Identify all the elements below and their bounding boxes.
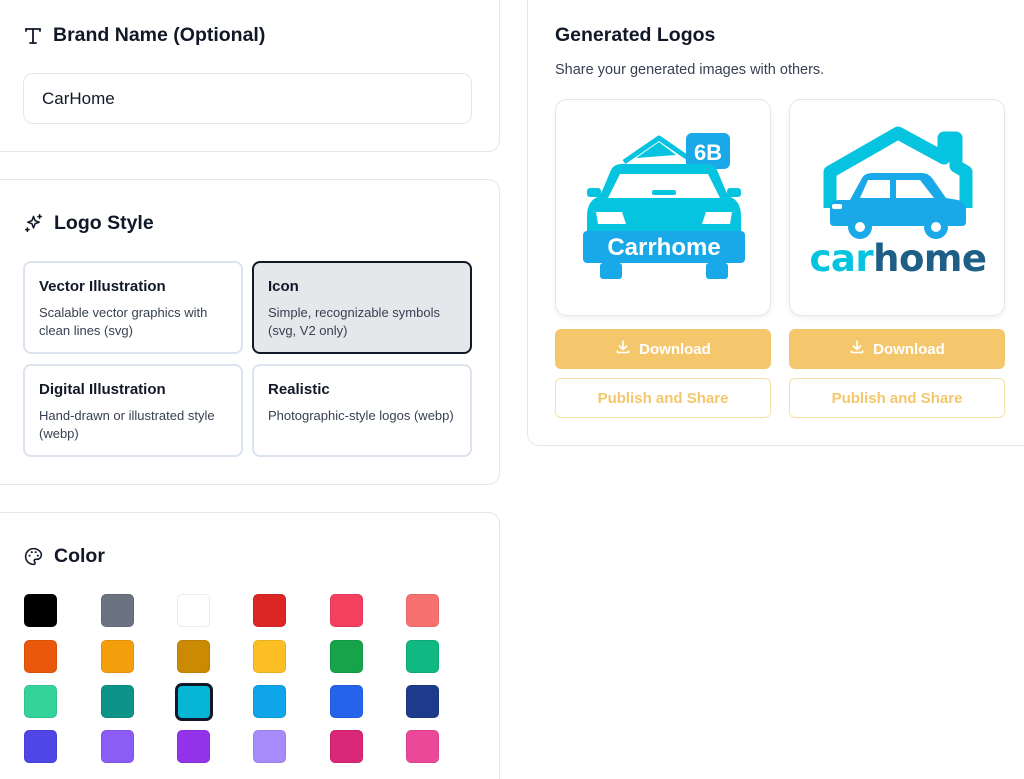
generated-logo-1[interactable]: 6B Carrhome: [555, 99, 771, 316]
color-swatch[interactable]: [177, 730, 210, 763]
color-swatch[interactable]: [330, 685, 363, 718]
style-option-name: Icon: [268, 278, 299, 295]
color-swatch[interactable]: [101, 640, 134, 673]
logo-style-title: Logo Style: [54, 212, 154, 234]
generated-logo-2[interactable]: carhome: [789, 99, 1005, 316]
color-swatch[interactable]: [253, 730, 286, 763]
style-option-desc: Scalable vector graphics with clean line…: [39, 305, 208, 338]
color-swatch[interactable]: [24, 685, 57, 718]
color-swatch[interactable]: [177, 640, 210, 673]
color-swatch[interactable]: [175, 683, 213, 721]
download-icon: [615, 339, 631, 359]
color-swatch[interactable]: [253, 640, 286, 673]
publish-share-label: Publish and Share: [831, 389, 963, 407]
style-option-desc: Simple, recognizable symbols (svg, V2 on…: [268, 305, 440, 338]
color-swatch[interactable]: [406, 730, 439, 763]
brand-name-title: Brand Name (Optional): [53, 24, 266, 46]
logo-1-badge: 6B: [694, 140, 722, 165]
download-button-1[interactable]: Download: [555, 329, 771, 369]
color-swatch[interactable]: [101, 730, 134, 763]
logo-1-image: 6B Carrhome: [583, 133, 745, 279]
style-option-desc: Photographic-style logos (webp): [268, 408, 454, 423]
brand-name-heading: Brand Name (Optional): [23, 24, 265, 47]
publish-share-button-2[interactable]: Publish and Share: [789, 378, 1005, 418]
color-swatch[interactable]: [253, 594, 286, 627]
style-option-name: Digital Illustration: [39, 381, 166, 398]
download-label: Download: [873, 340, 945, 358]
color-swatch[interactable]: [101, 685, 134, 718]
color-swatch[interactable]: [177, 594, 210, 627]
generated-logos-subtitle: Share your generated images with others.: [555, 62, 825, 78]
style-option-name: Realistic: [268, 381, 330, 398]
color-swatch[interactable]: [101, 594, 134, 627]
publish-share-label: Publish and Share: [597, 389, 729, 407]
color-swatch[interactable]: [330, 640, 363, 673]
publish-share-button-1[interactable]: Publish and Share: [555, 378, 771, 418]
style-option-realistic[interactable]: Realistic Photographic-style logos (webp…: [252, 364, 472, 457]
download-label: Download: [639, 340, 711, 358]
text-type-icon: [23, 26, 43, 46]
svg-text:carhome: carhome: [809, 237, 986, 280]
color-swatch[interactable]: [406, 640, 439, 673]
style-option-desc: Hand-drawn or illustrated style (webp): [39, 408, 215, 441]
style-option-digital-illustration[interactable]: Digital Illustration Hand-drawn or illus…: [23, 364, 243, 457]
style-option-icon[interactable]: Icon Simple, recognizable symbols (svg, …: [252, 261, 472, 354]
logo-1-text: Carrhome: [607, 234, 720, 261]
color-swatch[interactable]: [330, 730, 363, 763]
download-icon: [849, 339, 865, 359]
color-title: Color: [54, 545, 105, 567]
logo-2-image: carhome: [809, 126, 987, 280]
color-swatch[interactable]: [24, 640, 57, 673]
generated-logos-heading: Generated Logos: [555, 24, 715, 47]
style-option-vector-illustration[interactable]: Vector Illustration Scalable vector grap…: [23, 261, 243, 354]
palette-icon: [23, 546, 44, 567]
color-swatch[interactable]: [253, 685, 286, 718]
color-swatch[interactable]: [330, 594, 363, 627]
sparkles-icon: [23, 213, 44, 234]
color-heading: Color: [23, 545, 105, 568]
download-button-2[interactable]: Download: [789, 329, 1005, 369]
logo-2-text-part1: car: [809, 237, 874, 280]
logo-style-heading: Logo Style: [23, 212, 154, 235]
brand-name-input[interactable]: [23, 73, 472, 124]
color-swatch[interactable]: [406, 594, 439, 627]
color-swatch[interactable]: [406, 685, 439, 718]
logo-2-text-part2: home: [873, 237, 986, 280]
color-swatch[interactable]: [24, 730, 57, 763]
generated-logos-title: Generated Logos: [555, 24, 716, 46]
style-option-name: Vector Illustration: [39, 278, 166, 295]
color-swatch[interactable]: [24, 594, 57, 627]
